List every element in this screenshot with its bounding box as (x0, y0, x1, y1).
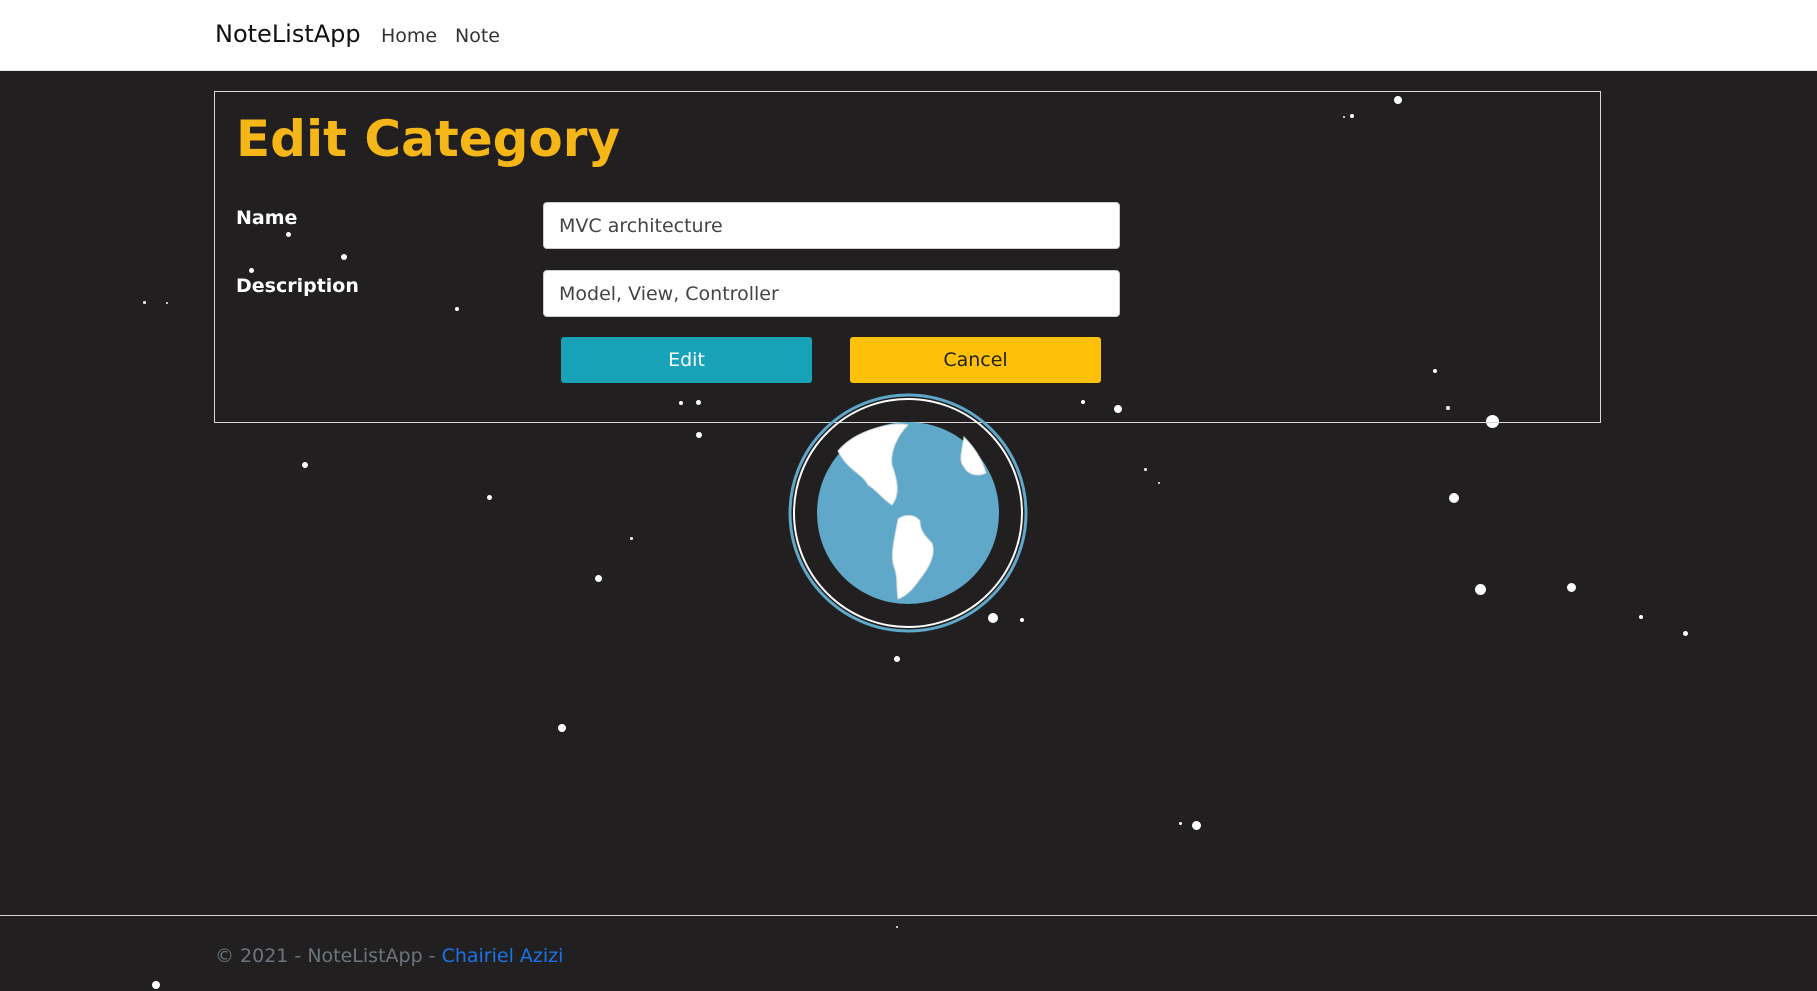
star-dot (142, 300, 146, 304)
star-dot (594, 574, 602, 582)
star-dot (894, 656, 900, 662)
footer-author-link[interactable]: Chairiel Azizi (442, 945, 564, 967)
star-dot (1566, 582, 1576, 592)
name-label: Name (236, 207, 298, 229)
star-dot (1449, 493, 1459, 503)
earth-globe-icon (788, 393, 1028, 633)
star-dot (1191, 820, 1201, 830)
star-dot (486, 494, 492, 500)
footer-text: © 2021 - NoteListApp - Chairiel Azizi (215, 945, 563, 967)
edit-button[interactable]: Edit (561, 337, 812, 383)
top-navbar: NoteListApp Home Note (0, 0, 1817, 71)
star-dot (1143, 467, 1147, 471)
cancel-button[interactable]: Cancel (850, 337, 1101, 383)
nav-link-note[interactable]: Note (455, 25, 500, 47)
star-dot (166, 302, 168, 304)
star-dot (1158, 482, 1160, 484)
star-dot (629, 536, 633, 540)
star-dot (558, 724, 566, 732)
star-dot (1639, 615, 1643, 619)
star-dot (1474, 583, 1486, 595)
name-input[interactable] (543, 202, 1120, 249)
footer-copyright: © 2021 - NoteListApp - (215, 945, 442, 967)
nav-link-home[interactable]: Home (381, 25, 437, 47)
brand-link[interactable]: NoteListApp (215, 20, 361, 48)
description-input[interactable] (543, 270, 1120, 317)
star-dot (1682, 630, 1688, 636)
description-label: Description (236, 275, 359, 297)
star-dot (1178, 821, 1182, 825)
star-dot (302, 462, 308, 468)
star-dot (696, 432, 702, 438)
page-title: Edit Category (236, 110, 621, 168)
